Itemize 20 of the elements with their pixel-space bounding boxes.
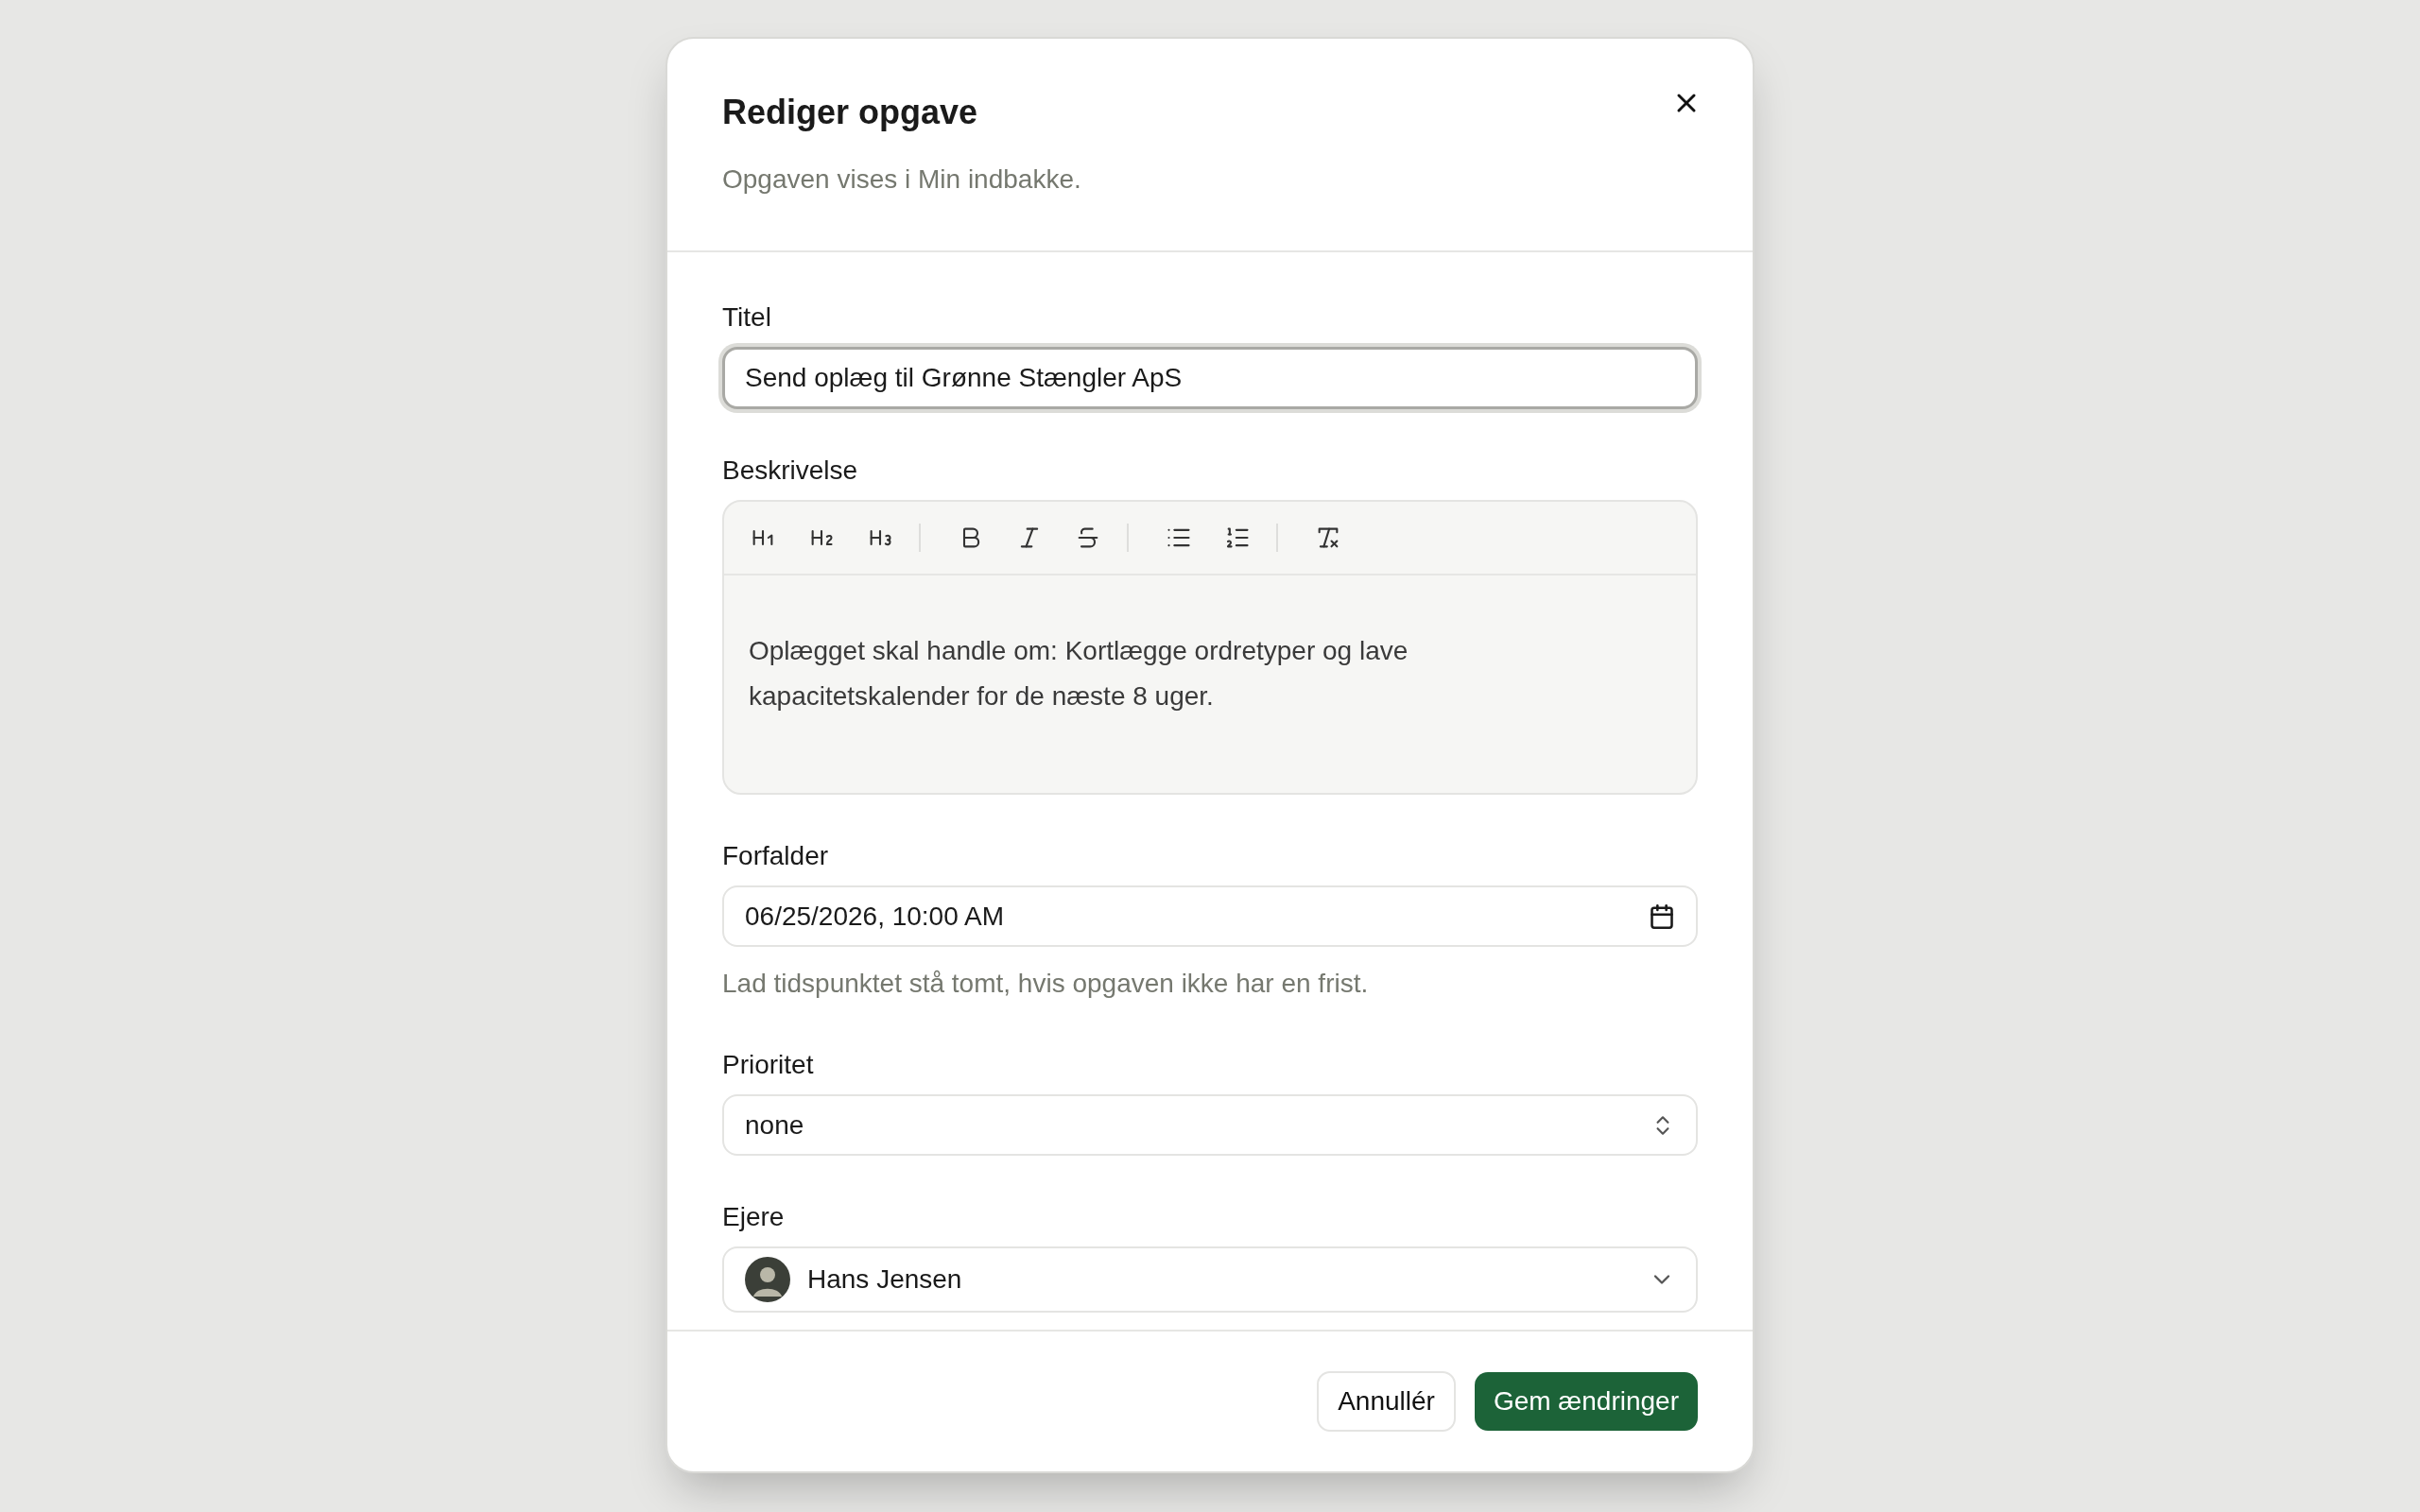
save-button[interactable]: Gem ændringer	[1474, 1372, 1698, 1431]
field-label: Forfalder	[722, 840, 830, 872]
rich-text-editor[interactable]: Oplægget skal handle om: Kortlægge ordretyper og lave kapacitetskalender for de næste 8 uger.	[722, 500, 1698, 795]
date-time-value: 06/25/2026, 10:00 AM	[745, 900, 1004, 933]
owner-name: Hans Jensen	[807, 1263, 962, 1296]
priority-select[interactable]: none	[722, 1094, 1698, 1156]
calendar-icon[interactable]	[1649, 902, 1675, 930]
help-text: Lad tidspunktet stå tomt, hvis opgaven ikke har en frist.	[722, 968, 1370, 1000]
date-time-input[interactable]: 06/25/2026, 10:00 AM	[722, 885, 1698, 947]
field-label: Ejere	[722, 1201, 786, 1233]
field-label: Prioritet	[722, 1049, 815, 1081]
dialog-title: Rediger opgave	[722, 92, 979, 133]
owner-select[interactable]: Hans Jensen	[722, 1246, 1698, 1313]
dialog-subtitle: Opgaven vises i Min indbakke.	[722, 163, 1081, 196]
avatar-icon	[745, 1257, 790, 1302]
field-label: Beskrivelse	[722, 455, 859, 487]
cancel-button[interactable]: Annullér	[1317, 1371, 1456, 1432]
field-label: Titel	[722, 301, 772, 334]
select-value: none	[745, 1108, 804, 1142]
description-text: Oplægget skal handle om: Kortlægge ordretyper og lave kapacitetskalender for de næste 8 uger.	[748, 635, 1409, 713]
